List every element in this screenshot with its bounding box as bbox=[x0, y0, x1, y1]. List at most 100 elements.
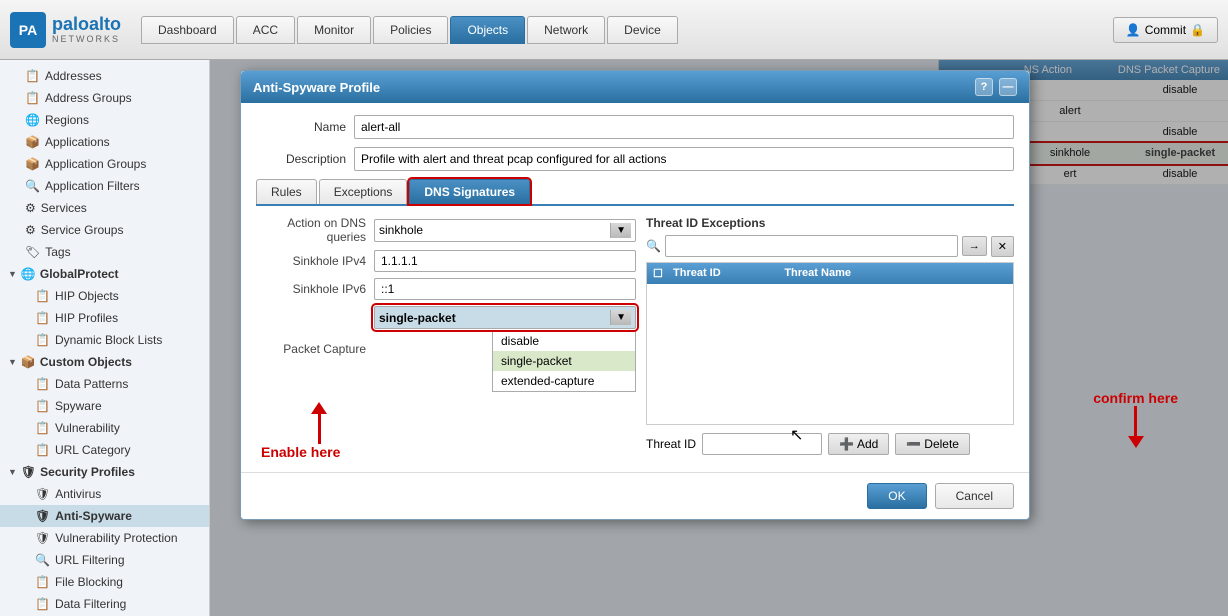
sidebar-item-url-category[interactable]: 📋 URL Category bbox=[0, 439, 209, 461]
dbl-icon: 📋 bbox=[35, 333, 50, 347]
ok-button[interactable]: OK bbox=[867, 483, 926, 509]
sidebar-item-hip-profiles[interactable]: 📋 HIP Profiles bbox=[0, 307, 209, 329]
sidebar-section-security-profiles[interactable]: ▼ 🛡 Security Profiles bbox=[0, 461, 209, 483]
action-dns-select[interactable]: sinkhole ▼ bbox=[374, 219, 636, 242]
sidebar-item-antivirus[interactable]: 🛡 Antivirus bbox=[0, 483, 209, 505]
expand-icon: ▼ bbox=[8, 269, 17, 279]
app-filters-icon: 🔍 bbox=[25, 179, 40, 193]
sidebar-section-custom-objects[interactable]: ▼ 📦 Custom Objects bbox=[0, 351, 209, 373]
sidebar-item-addresses[interactable]: 📋 Addresses bbox=[0, 65, 209, 87]
name-input[interactable] bbox=[354, 115, 1014, 139]
threat-add-row: Threat ID ➕ Add ➖ Delete bbox=[646, 433, 1014, 455]
tab-monitor[interactable]: Monitor bbox=[297, 16, 371, 44]
sidebar-item-hip-objects[interactable]: 📋 HIP Objects bbox=[0, 285, 209, 307]
threat-table: ☐ Threat ID Threat Name bbox=[646, 262, 1014, 425]
action-dns-row: Action on DNS queries sinkhole ▼ bbox=[256, 216, 636, 244]
action-dns-dropdown-arrow[interactable]: ▼ bbox=[610, 223, 631, 238]
sidebar-item-application-filters[interactable]: 🔍 Application Filters bbox=[0, 175, 209, 197]
dialog-minimize-button[interactable]: — bbox=[999, 78, 1017, 96]
dialog-help-button[interactable]: ? bbox=[975, 78, 993, 96]
threat-search-clear-button[interactable]: ✕ bbox=[991, 236, 1014, 257]
description-row: Description bbox=[256, 147, 1014, 171]
addresses-icon: 📋 bbox=[25, 69, 40, 83]
description-input[interactable] bbox=[354, 147, 1014, 171]
commit-button[interactable]: 👤 Commit 🔒 bbox=[1113, 17, 1218, 43]
tab-objects[interactable]: Objects bbox=[450, 16, 525, 44]
sinkhole-ipv4-label: Sinkhole IPv4 bbox=[256, 254, 366, 268]
dialog-footer: OK Cancel bbox=[241, 472, 1029, 519]
sidebar-item-application-groups[interactable]: 📦 Application Groups bbox=[0, 153, 209, 175]
sidebar-item-dynamic-block-lists[interactable]: 📋 Dynamic Block Lists bbox=[0, 329, 209, 351]
sidebar-item-file-blocking[interactable]: 📋 File Blocking bbox=[0, 571, 209, 593]
sidebar-item-regions[interactable]: 🌐 Regions bbox=[0, 109, 209, 131]
sidebar-item-tags[interactable]: 🏷 Tags bbox=[0, 241, 209, 263]
sidebar-item-address-groups[interactable]: 📋 Address Groups bbox=[0, 87, 209, 109]
packet-capture-label: Packet Capture bbox=[256, 342, 366, 356]
action-dns-label: Action on DNS queries bbox=[256, 216, 366, 244]
vuln-icon: 📋 bbox=[35, 421, 50, 435]
tab-policies[interactable]: Policies bbox=[373, 16, 448, 44]
tab-dashboard[interactable]: Dashboard bbox=[141, 16, 234, 44]
dp-icon: 📋 bbox=[35, 377, 50, 391]
sidebar-item-spyware[interactable]: 📋 Spyware bbox=[0, 395, 209, 417]
right-panel: Threat ID Exceptions 🔍 → ✕ ☐ Threat ID T bbox=[646, 216, 1014, 460]
hip-objects-icon: 📋 bbox=[35, 289, 50, 303]
logo-sub: NETWORKS bbox=[52, 34, 121, 44]
sidebar-item-anti-spyware[interactable]: 🛡 Anti-Spyware bbox=[0, 505, 209, 527]
sidebar-item-vuln-protection[interactable]: 🛡 Vulnerability Protection bbox=[0, 527, 209, 549]
name-label: Name bbox=[256, 120, 346, 134]
gp-icon: 🌐 bbox=[21, 267, 36, 281]
data-filter-icon: 📋 bbox=[35, 597, 50, 611]
threat-id-input[interactable] bbox=[702, 433, 822, 455]
tab-dns-signatures[interactable]: DNS Signatures bbox=[409, 179, 530, 204]
user-icon: 👤 bbox=[1126, 23, 1141, 37]
action-dns-value: sinkhole bbox=[379, 223, 423, 237]
main-layout: 📋 Addresses 📋 Address Groups 🌐 Regions 📦… bbox=[0, 60, 1228, 616]
sidebar-item-services[interactable]: ⚙ Services bbox=[0, 197, 209, 219]
tab-exceptions[interactable]: Exceptions bbox=[319, 179, 408, 204]
sidebar-item-data-patterns[interactable]: 📋 Data Patterns bbox=[0, 373, 209, 395]
threat-search-add-button[interactable]: → bbox=[962, 236, 987, 256]
threat-search-input[interactable] bbox=[665, 235, 958, 257]
threat-delete-button[interactable]: ➖ Delete bbox=[895, 433, 970, 455]
vuln-prot-icon: 🛡 bbox=[35, 531, 50, 545]
sinkhole-ipv6-input[interactable] bbox=[374, 278, 636, 300]
custom-obj-icon: 📦 bbox=[21, 355, 36, 369]
sidebar-item-data-filtering[interactable]: 📋 Data Filtering bbox=[0, 593, 209, 615]
enable-annotation: Enable here bbox=[261, 402, 636, 460]
option-disable[interactable]: disable bbox=[493, 331, 635, 351]
sidebar: 📋 Addresses 📋 Address Groups 🌐 Regions 📦… bbox=[0, 60, 210, 616]
applications-icon: 📦 bbox=[25, 135, 40, 149]
cancel-button[interactable]: Cancel bbox=[935, 483, 1014, 509]
sinkhole-ipv4-input[interactable] bbox=[374, 250, 636, 272]
dialog-tabs: Rules Exceptions DNS Signatures bbox=[256, 179, 1014, 206]
packet-capture-row: Packet Capture single-packet ▼ disable s… bbox=[256, 306, 636, 392]
sidebar-item-vulnerability[interactable]: 📋 Vulnerability bbox=[0, 417, 209, 439]
anti-spyware-icon: 🛡 bbox=[35, 509, 50, 523]
tab-network[interactable]: Network bbox=[527, 16, 605, 44]
tags-icon: 🏷 bbox=[25, 245, 40, 259]
option-single-packet[interactable]: single-packet bbox=[493, 351, 635, 371]
hip-profiles-icon: 📋 bbox=[35, 311, 50, 325]
commit-label: Commit bbox=[1145, 23, 1186, 37]
file-block-icon: 📋 bbox=[35, 575, 50, 589]
logo-text: paloalto bbox=[52, 15, 121, 35]
packet-capture-dropdown-arrow[interactable]: ▼ bbox=[610, 310, 631, 325]
sinkhole-ipv4-row: Sinkhole IPv4 bbox=[256, 250, 636, 272]
sidebar-item-applications[interactable]: 📦 Applications bbox=[0, 131, 209, 153]
tab-device[interactable]: Device bbox=[607, 16, 678, 44]
threat-check-col: ☐ bbox=[653, 267, 673, 280]
enable-here-text: Enable here bbox=[261, 444, 340, 460]
add-icon: ➕ bbox=[839, 437, 854, 451]
threat-add-button[interactable]: ➕ Add bbox=[828, 433, 889, 455]
sidebar-item-service-groups[interactable]: ⚙ Service Groups bbox=[0, 219, 209, 241]
option-extended-capture[interactable]: extended-capture bbox=[493, 371, 635, 391]
name-row: Name bbox=[256, 115, 1014, 139]
sidebar-item-url-filtering[interactable]: 🔍 URL Filtering bbox=[0, 549, 209, 571]
tab-rules[interactable]: Rules bbox=[256, 179, 317, 204]
sidebar-section-globalprotect[interactable]: ▼ 🌐 GlobalProtect bbox=[0, 263, 209, 285]
threat-exceptions-title: Threat ID Exceptions bbox=[646, 216, 1014, 230]
tab-acc[interactable]: ACC bbox=[236, 16, 295, 44]
packet-capture-select[interactable]: single-packet ▼ bbox=[374, 306, 636, 329]
url-filter-icon: 🔍 bbox=[35, 553, 50, 567]
